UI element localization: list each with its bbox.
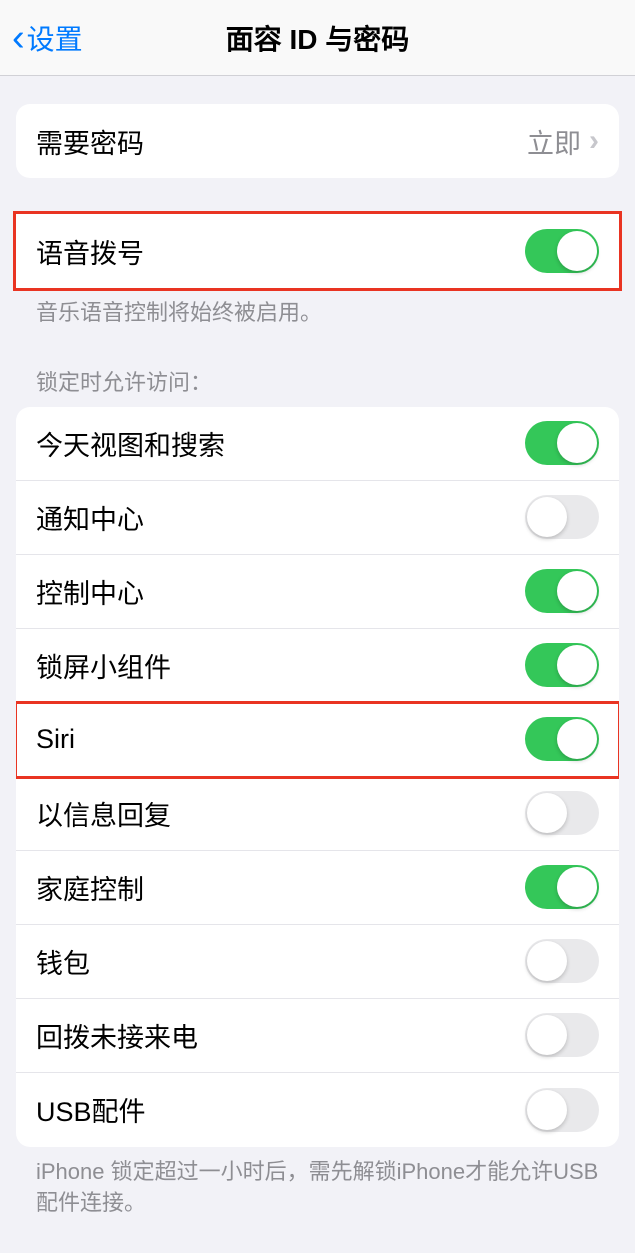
lockscreen-group: 今天视图和搜索通知中心控制中心锁屏小组件 Siri 以信息回复家庭控制钱包回拨未接来…: [16, 407, 619, 1147]
lockscreen-toggle-9[interactable]: [525, 1088, 599, 1132]
lockscreen-label: 通知中心: [36, 498, 525, 537]
voice-dial-label: 语音拨号: [36, 232, 525, 271]
lockscreen-row-0: 今天视图和搜索: [16, 407, 619, 481]
lockscreen-row-9: USB配件: [16, 1073, 619, 1147]
navigation-bar: ‹ 设置 面容 ID 与密码: [0, 0, 635, 76]
lockscreen-toggle-8[interactable]: [525, 1013, 599, 1057]
lockscreen-label: 钱包: [36, 942, 525, 981]
lockscreen-label: 今天视图和搜索: [36, 424, 525, 463]
lockscreen-row-4: Siri: [16, 703, 619, 777]
lockscreen-label: Siri: [36, 724, 525, 755]
lockscreen-row-8: 回拨未接来电: [16, 999, 619, 1073]
chevron-right-icon: ›: [589, 124, 599, 158]
voice-dial-group: 语音拨号: [16, 214, 619, 288]
lockscreen-label: 锁屏小组件: [36, 646, 525, 685]
lockscreen-label: 家庭控制: [36, 868, 525, 907]
lockscreen-label: USB配件: [36, 1090, 525, 1129]
lockscreen-row-5: 以信息回复: [16, 777, 619, 851]
lockscreen-toggle-6[interactable]: [525, 865, 599, 909]
lockscreen-footer: iPhone 锁定超过一小时后，需先解锁iPhone才能允许USB配件连接。: [16, 1147, 619, 1219]
require-passcode-row[interactable]: 需要密码 立即 ›: [16, 104, 619, 178]
chevron-left-icon: ‹: [12, 19, 25, 57]
lockscreen-label: 以信息回复: [36, 794, 525, 833]
back-button[interactable]: ‹ 设置: [0, 18, 83, 58]
lockscreen-toggle-1[interactable]: [525, 495, 599, 539]
lockscreen-toggle-3[interactable]: [525, 643, 599, 687]
lockscreen-label: 控制中心: [36, 572, 525, 611]
lockscreen-toggle-0[interactable]: [525, 421, 599, 465]
lockscreen-toggle-5[interactable]: [525, 791, 599, 835]
back-label: 设置: [27, 18, 83, 58]
lockscreen-header: 锁定时允许访问：: [16, 365, 619, 407]
lockscreen-toggle-7[interactable]: [525, 939, 599, 983]
lockscreen-toggle-2[interactable]: [525, 569, 599, 613]
require-passcode-value: 立即: [527, 122, 581, 161]
page-title: 面容 ID 与密码: [226, 18, 410, 58]
voice-dial-footer: 音乐语音控制将始终被启用。: [16, 288, 619, 329]
lockscreen-row-1: 通知中心: [16, 481, 619, 555]
lockscreen-row-2: 控制中心: [16, 555, 619, 629]
lockscreen-label: 回拨未接来电: [36, 1016, 525, 1055]
lockscreen-row-3: 锁屏小组件: [16, 629, 619, 703]
lockscreen-row-7: 钱包: [16, 925, 619, 999]
voice-dial-row: 语音拨号: [16, 214, 619, 288]
lockscreen-toggle-4[interactable]: [525, 717, 599, 761]
voice-dial-toggle[interactable]: [525, 229, 599, 273]
require-passcode-label: 需要密码: [36, 122, 527, 161]
lockscreen-row-6: 家庭控制: [16, 851, 619, 925]
